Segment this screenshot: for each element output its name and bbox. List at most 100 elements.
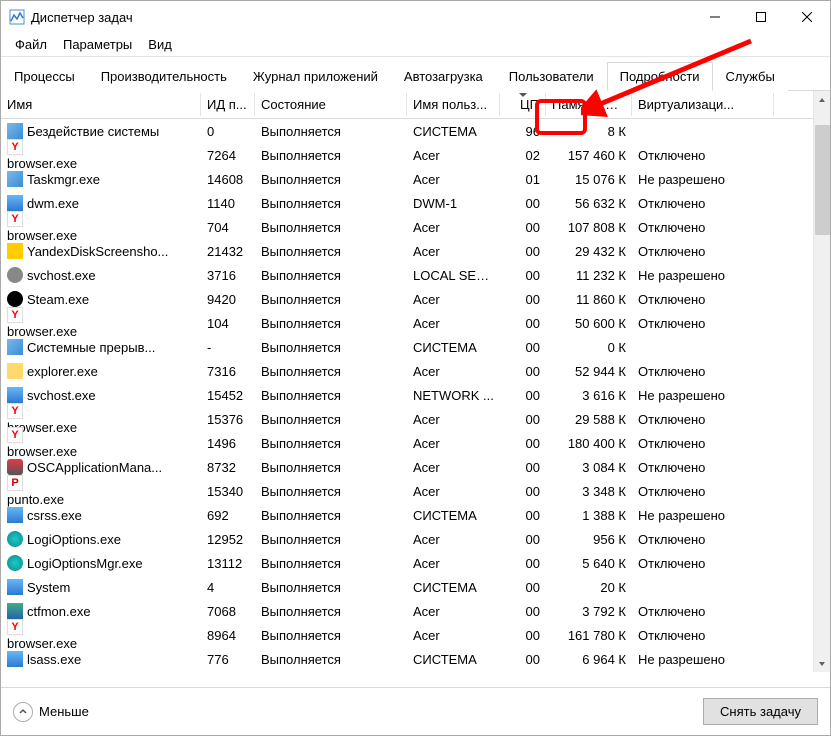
process-icon [7, 459, 23, 475]
process-name: Бездействие системы [27, 124, 159, 139]
process-state: Выполняется [255, 316, 407, 331]
tab-startup[interactable]: Автозагрузка [391, 62, 496, 91]
process-icon [7, 651, 23, 667]
tab-users[interactable]: Пользователи [496, 62, 607, 91]
tab-bar: Процессы Производительность Журнал прило… [1, 61, 830, 91]
column-header-name[interactable]: Имя [1, 93, 201, 116]
table-row[interactable]: svchost.exe3716ВыполняетсяLOCAL SER...00… [1, 263, 830, 287]
process-memory: 52 944 К [546, 364, 632, 379]
process-name: browser.exe [7, 324, 77, 339]
process-state: Выполняется [255, 460, 407, 475]
process-id: 1140 [201, 196, 255, 211]
table-row[interactable]: lsass.exe776ВыполняетсяСИСТЕМА006 964 КН… [1, 647, 830, 671]
process-cpu: 00 [500, 508, 546, 523]
table-row[interactable]: csrss.exe692ВыполняетсяСИСТЕМА001 388 КН… [1, 503, 830, 527]
process-icon [7, 555, 23, 571]
table-row[interactable]: browser.exe7264ВыполняетсяAcer02157 460 … [1, 143, 830, 167]
minimize-button[interactable] [692, 1, 738, 33]
process-id: - [201, 340, 255, 355]
process-virtualization: Отключено [632, 412, 774, 427]
table-row[interactable]: Системные прерыв...-ВыполняетсяСИСТЕМА00… [1, 335, 830, 359]
table-row[interactable]: browser.exe1496ВыполняетсяAcer00180 400 … [1, 431, 830, 455]
maximize-button[interactable] [738, 1, 784, 33]
scroll-up-icon[interactable] [814, 91, 830, 108]
process-state: Выполняется [255, 148, 407, 163]
menu-view[interactable]: Вид [140, 35, 180, 54]
process-cpu: 00 [500, 412, 546, 427]
process-user: СИСТЕМА [407, 652, 500, 667]
table-row[interactable]: browser.exe8964ВыполняетсяAcer00161 780 … [1, 623, 830, 647]
tab-app-history[interactable]: Журнал приложений [240, 62, 391, 91]
process-name: browser.exe [7, 636, 77, 651]
menu-options[interactable]: Параметры [55, 35, 140, 54]
process-virtualization: Отключено [632, 220, 774, 235]
column-header-state[interactable]: Состояние [255, 93, 407, 116]
table-row[interactable]: browser.exe704ВыполняетсяAcer00107 808 К… [1, 215, 830, 239]
process-id: 15452 [201, 388, 255, 403]
table-row[interactable]: explorer.exe7316ВыполняетсяAcer0052 944 … [1, 359, 830, 383]
scroll-thumb[interactable] [815, 125, 830, 235]
process-table: Имя ИД п... Состояние Имя польз... ЦП Па… [1, 91, 830, 672]
column-header-cpu[interactable]: ЦП [500, 93, 546, 116]
column-header-virtualization[interactable]: Виртуализаци... [632, 93, 774, 116]
process-memory: 3 084 К [546, 460, 632, 475]
process-user: Acer [407, 628, 500, 643]
process-user: DWM-1 [407, 196, 500, 211]
process-cpu: 00 [500, 460, 546, 475]
tab-services[interactable]: Службы [713, 62, 788, 91]
scroll-down-icon[interactable] [814, 655, 830, 672]
menu-file[interactable]: Файл [7, 35, 55, 54]
process-icon [7, 211, 23, 227]
process-cpu: 00 [500, 316, 546, 331]
process-virtualization: Отключено [632, 196, 774, 211]
process-cpu: 00 [500, 340, 546, 355]
table-header: Имя ИД п... Состояние Имя польз... ЦП Па… [1, 91, 830, 119]
fewer-details-button[interactable]: Меньше [13, 702, 89, 722]
process-cpu: 01 [500, 172, 546, 187]
process-memory: 180 400 К [546, 436, 632, 451]
table-row[interactable]: System4ВыполняетсяСИСТЕМА0020 К [1, 575, 830, 599]
close-button[interactable] [784, 1, 830, 33]
column-header-memory[interactable]: Память (ак... [546, 93, 632, 116]
process-state: Выполняется [255, 124, 407, 139]
vertical-scrollbar[interactable] [813, 91, 830, 672]
process-virtualization: Отключено [632, 460, 774, 475]
process-icon [7, 243, 23, 259]
process-cpu: 00 [500, 532, 546, 547]
process-icon [7, 603, 23, 619]
table-row[interactable]: punto.exe15340ВыполняетсяAcer003 348 КОт… [1, 479, 830, 503]
tab-details[interactable]: Подробности [607, 62, 713, 91]
process-name: csrss.exe [27, 508, 82, 523]
process-icon [7, 123, 23, 139]
process-state: Выполняется [255, 292, 407, 307]
column-header-user[interactable]: Имя польз... [407, 93, 500, 116]
process-memory: 29 588 К [546, 412, 632, 427]
tab-processes[interactable]: Процессы [1, 62, 88, 91]
table-row[interactable]: Taskmgr.exe14608ВыполняетсяAcer0115 076 … [1, 167, 830, 191]
process-memory: 56 632 К [546, 196, 632, 211]
table-row[interactable]: LogiOptionsMgr.exe13112ВыполняетсяAcer00… [1, 551, 830, 575]
table-row[interactable]: LogiOptions.exe12952ВыполняетсяAcer00956… [1, 527, 830, 551]
table-row[interactable]: YandexDiskScreensho...21432ВыполняетсяAc… [1, 239, 830, 263]
table-row[interactable]: browser.exe104ВыполняетсяAcer0050 600 КО… [1, 311, 830, 335]
process-user: Acer [407, 460, 500, 475]
process-memory: 1 388 К [546, 508, 632, 523]
process-memory: 29 432 К [546, 244, 632, 259]
process-memory: 11 860 К [546, 292, 632, 307]
scroll-track[interactable] [814, 108, 830, 655]
column-header-id[interactable]: ИД п... [201, 93, 255, 116]
process-virtualization: Отключено [632, 364, 774, 379]
process-icon [7, 619, 23, 635]
process-state: Выполняется [255, 220, 407, 235]
process-memory: 15 076 К [546, 172, 632, 187]
end-task-button[interactable]: Снять задачу [703, 698, 818, 725]
tab-performance[interactable]: Производительность [88, 62, 240, 91]
process-cpu: 00 [500, 388, 546, 403]
process-memory: 6 964 К [546, 652, 632, 667]
process-state: Выполняется [255, 652, 407, 667]
process-state: Выполняется [255, 532, 407, 547]
process-user: Acer [407, 316, 500, 331]
process-icon [7, 307, 23, 323]
process-id: 12952 [201, 532, 255, 547]
process-state: Выполняется [255, 268, 407, 283]
